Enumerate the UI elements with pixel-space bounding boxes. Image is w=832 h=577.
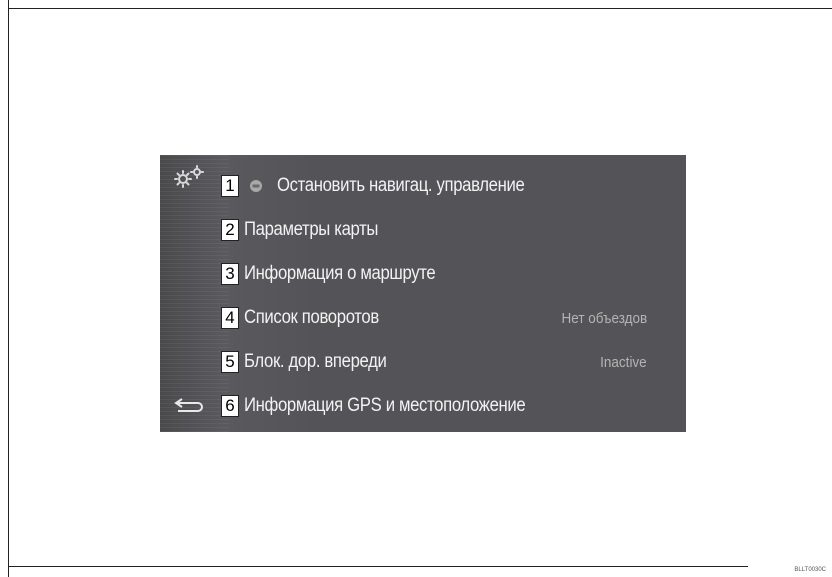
menu-item-map-settings[interactable]: 2 Параметры карты [221, 215, 681, 245]
menu-item-label: Блок. дор. впереди [244, 351, 387, 372]
route-menu-screen: 1 Остановить навигац. управление 2 Парам… [160, 155, 686, 432]
frame-bottom-line [8, 566, 748, 567]
menu-item-label: Параметры карты [244, 219, 379, 240]
gears-icon[interactable] [172, 165, 208, 189]
callout-number: 2 [221, 219, 239, 241]
menu-item-gps-info[interactable]: 6 Информация GPS и местоположение [221, 391, 681, 421]
frame-left-line [8, 0, 9, 577]
manual-figure: 1 Остановить навигац. управление 2 Парам… [0, 0, 832, 577]
menu-item-stop-guidance[interactable]: 1 Остановить навигац. управление [221, 171, 681, 201]
menu-item-value: Inactive [600, 353, 647, 371]
navigation-stop-icon [250, 180, 262, 192]
menu-item-route-info[interactable]: 3 Информация о маршруте [221, 259, 681, 289]
callout-number: 3 [221, 263, 239, 285]
frame-top-line [8, 8, 832, 9]
menu-item-label: Остановить навигац. управление [277, 175, 525, 196]
callout-number: 5 [221, 351, 239, 373]
menu-item-value: Нет объездов [561, 309, 647, 327]
back-arrow-icon[interactable] [172, 394, 206, 416]
menu-item-turn-list[interactable]: 4 Список поворотов Нет объездов [221, 303, 681, 333]
figure-code: BLLT0030C [794, 567, 826, 573]
callout-number: 6 [221, 395, 239, 417]
menu-item-label: Информация о маршруте [244, 263, 436, 284]
menu-item-label: Информация GPS и местоположение [244, 395, 526, 416]
callout-number: 4 [221, 307, 239, 329]
menu-item-label: Список поворотов [244, 307, 379, 328]
menu-item-road-block-ahead[interactable]: 5 Блок. дор. впереди Inactive [221, 347, 681, 377]
callout-number: 1 [221, 175, 239, 197]
